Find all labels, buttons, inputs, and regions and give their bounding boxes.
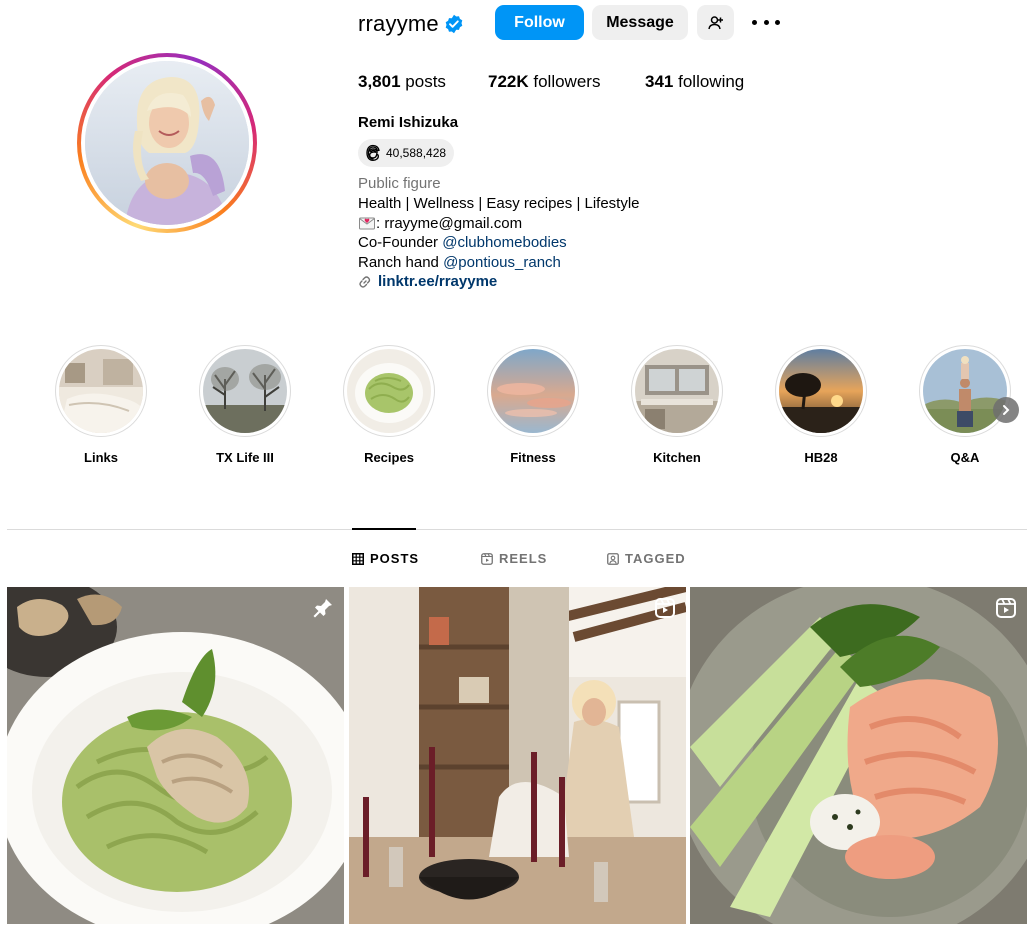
highlight-image: [59, 349, 143, 433]
highlight-label: TX Life III: [216, 450, 274, 465]
highlight-ring: [199, 345, 291, 437]
following-count[interactable]: 341 following: [645, 72, 744, 92]
highlight-cover: [635, 349, 719, 433]
posts-count-label: posts: [405, 72, 446, 91]
bio-email-line: : rrayyme@gmail.com: [358, 214, 522, 232]
highlight-image: [491, 349, 575, 433]
highlight-cover: [203, 349, 287, 433]
avatar-image: [85, 61, 249, 225]
posts-count: 3,801 posts: [358, 72, 446, 92]
highlight-ring: [343, 345, 435, 437]
highlight-ring: [919, 345, 1011, 437]
highlight-cover: [491, 349, 575, 433]
highlight-label: Kitchen: [653, 450, 701, 465]
reel-icon: [481, 552, 493, 565]
highlight-hb28[interactable]: HB28: [773, 345, 869, 465]
followers-count[interactable]: 722K followers: [488, 72, 600, 92]
highlight-label: Q&A: [950, 450, 980, 465]
highlight-cover: [923, 349, 1007, 433]
bio-link-text: linktr.ee/rrayyme: [378, 273, 498, 290]
bio-ranch-text: Ranch hand: [358, 254, 444, 271]
highlight-ring: [55, 345, 147, 437]
threads-badge[interactable]: 40,588,428: [358, 139, 455, 167]
threads-count: 40,588,428: [386, 146, 447, 160]
tagged-icon: [607, 552, 619, 565]
posts-count-value: 3,801: [358, 72, 401, 91]
reel-icon: [996, 598, 1016, 618]
followers-count-label: followers: [533, 72, 601, 91]
tab-reels[interactable]: REELS: [481, 551, 547, 566]
post-image: [690, 587, 1027, 924]
suggest-users-button[interactable]: [697, 5, 734, 40]
highlight-ring: [775, 345, 867, 437]
threads-icon: [366, 144, 380, 161]
highlight-image: [347, 349, 431, 433]
followers-count-value: 722K: [488, 72, 529, 91]
grid-post[interactable]: [349, 587, 686, 924]
bio-ranch-line: Ranch hand @pontious_ranch: [358, 254, 561, 271]
highlight-image: [779, 349, 863, 433]
tab-reels-label: REELS: [499, 551, 548, 566]
highlight-tx-life-iii[interactable]: TX Life III: [197, 345, 293, 465]
reel-icon: [655, 598, 675, 618]
tab-posts[interactable]: POSTS: [352, 551, 419, 566]
bio-cofounder-line: Co-Founder @clubhomebodies: [358, 234, 567, 251]
profile-avatar[interactable]: [77, 53, 257, 233]
more-options-icon[interactable]: [752, 12, 780, 32]
follow-button[interactable]: Follow: [495, 5, 584, 40]
post-image: [7, 587, 344, 924]
grid-post[interactable]: [7, 587, 344, 924]
highlight-image: [923, 349, 1007, 433]
following-count-label: following: [678, 72, 745, 91]
mention-link-pontious-ranch[interactable]: @pontious_ranch: [443, 254, 561, 271]
love-letter-icon: [359, 217, 375, 230]
highlight-cover: [59, 349, 143, 433]
add-user-icon: [707, 15, 723, 29]
avatar-photo: [85, 61, 249, 225]
grid-post[interactable]: [690, 587, 1027, 924]
bio-email: : rrayyme@gmail.com: [376, 214, 523, 232]
tab-posts-label: POSTS: [370, 551, 420, 566]
verified-badge-icon: [445, 14, 463, 34]
mention-link-clubhomebodies[interactable]: @clubhomebodies: [442, 234, 566, 251]
highlight-label: HB28: [804, 450, 838, 465]
highlight-recipes[interactable]: Recipes: [341, 345, 437, 465]
chevron-right-icon: [1003, 405, 1010, 415]
tab-tagged[interactable]: TAGGED: [607, 551, 686, 566]
link-icon: [359, 275, 371, 288]
highlight-image: [203, 349, 287, 433]
grid-icon: [352, 552, 364, 565]
bio-external-link[interactable]: linktr.ee/rrayyme: [358, 273, 497, 290]
profile-category: Public figure: [358, 175, 441, 192]
following-count-value: 341: [645, 72, 674, 91]
bio-line: Health | Wellness | Easy recipes | Lifes…: [358, 195, 640, 212]
profile-full-name: Remi Ishizuka: [358, 114, 459, 131]
highlight-links[interactable]: Links: [53, 345, 149, 465]
highlight-cover: [779, 349, 863, 433]
highlight-ring: [487, 345, 579, 437]
highlight-label: Recipes: [364, 450, 414, 465]
bio-cofounder-text: Co-Founder: [358, 234, 443, 251]
highlight-fitness[interactable]: Fitness: [485, 345, 581, 465]
message-button[interactable]: Message: [592, 5, 688, 40]
highlights-next-button[interactable]: [993, 397, 1019, 423]
tabs-divider: [7, 529, 1027, 530]
active-tab-indicator: [352, 528, 416, 530]
pin-icon: [313, 599, 332, 618]
highlight-image: [635, 349, 719, 433]
tab-tagged-label: TAGGED: [625, 551, 686, 566]
highlight-label: Links: [84, 450, 118, 465]
post-image: [349, 587, 686, 924]
avatar-frame: [81, 57, 253, 229]
highlight-label: Fitness: [510, 450, 556, 465]
highlight-ring: [631, 345, 723, 437]
highlight-kitchen[interactable]: Kitchen: [629, 345, 725, 465]
profile-username: rrayyme: [358, 11, 439, 36]
highlight-cover: [347, 349, 431, 433]
